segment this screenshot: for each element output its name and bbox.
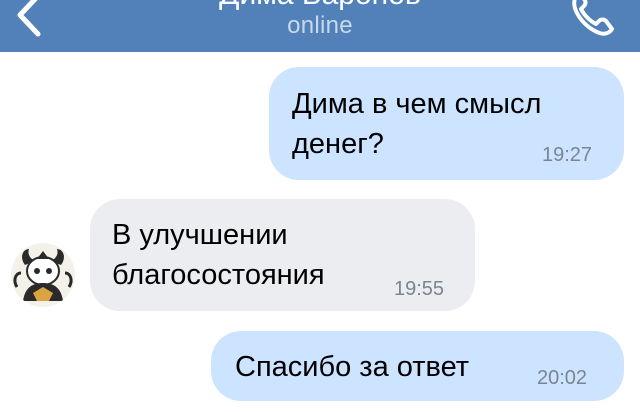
message-text: В улучшении: [112, 219, 288, 251]
sticker-avatar-icon: [11, 243, 75, 307]
message-text: Дима в чем смысл: [292, 88, 542, 120]
chat-screen: Дима Баронов online Дима в чем смысл ден…: [0, 0, 640, 412]
message-time: 19:55: [394, 278, 445, 300]
online-status: online: [287, 12, 353, 39]
message-text: денег?: [292, 128, 384, 160]
chevron-left-icon: [17, 0, 41, 37]
message-text: благосостояния: [112, 259, 325, 291]
phone-icon: [572, 0, 614, 36]
message-text: Спасибо за ответ: [235, 351, 470, 383]
incoming-message[interactable]: В улучшении благосостояния 19:55: [90, 199, 475, 311]
call-button[interactable]: [562, 0, 622, 40]
message-time: 19:27: [542, 144, 593, 166]
chat-title[interactable]: Дима Баронов: [120, 0, 520, 12]
avatar[interactable]: [11, 243, 75, 307]
outgoing-message[interactable]: Спасибо за ответ 20:02: [211, 331, 624, 401]
message-time: 20:02: [537, 367, 588, 389]
chat-header: Дима Баронов online: [0, 0, 640, 52]
back-button[interactable]: [8, 0, 52, 40]
outgoing-message[interactable]: Дима в чем смысл денег? 19:27: [269, 67, 624, 180]
